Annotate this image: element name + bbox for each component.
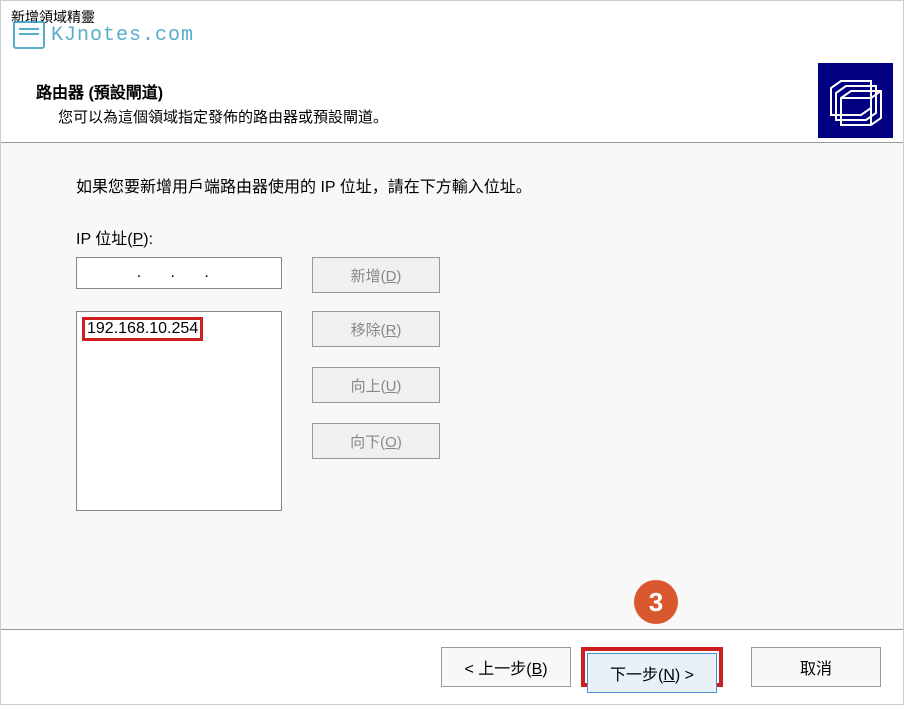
list-item[interactable]: 192.168.10.254 <box>82 317 203 341</box>
back-button[interactable]: < 上一步(B) <box>441 647 571 687</box>
remove-button[interactable]: 移除(R) <box>312 311 440 347</box>
annotation-badge-3: 3 <box>634 580 678 624</box>
wizard-header: 路由器 (預設閘道) 您可以為這個領域指定發佈的路由器或預設閘道。 <box>1 33 903 143</box>
instruction-text: 如果您要新增用戶端路由器使用的 IP 位址，請在下方輸入位址。 <box>76 173 828 197</box>
next-button[interactable]: 下一步(N) > <box>587 653 717 693</box>
folder-icon <box>818 63 893 138</box>
wizard-subtitle: 您可以為這個領域指定發佈的路由器或預設閘道。 <box>58 106 868 127</box>
cancel-button[interactable]: 取消 <box>751 647 881 687</box>
wizard-footer: < 上一步(B) 下一步(N) > 取消 <box>1 629 903 704</box>
ip-address-label: IP 位址(P): <box>76 225 828 249</box>
move-up-button[interactable]: 向上(U) <box>312 367 440 403</box>
ip-address-input[interactable] <box>76 257 282 289</box>
content-area: 如果您要新增用戶端路由器使用的 IP 位址，請在下方輸入位址。 IP 位址(P)… <box>1 143 903 638</box>
add-button[interactable]: 新增(D) <box>312 257 440 293</box>
wizard-title: 路由器 (預設閘道) <box>36 79 868 103</box>
move-down-button[interactable]: 向下(O) <box>312 423 440 459</box>
ip-address-list[interactable]: 192.168.10.254 <box>76 311 282 511</box>
